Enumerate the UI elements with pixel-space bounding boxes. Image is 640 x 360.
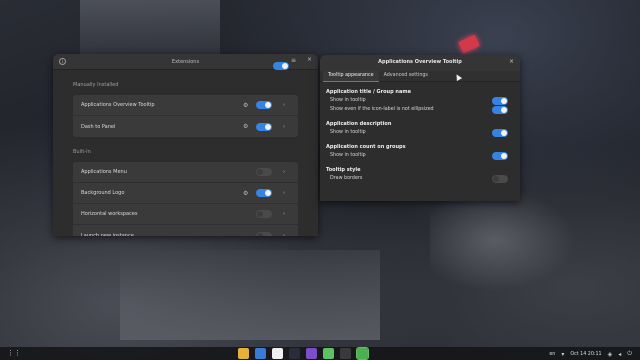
system-tray: en ▾ Oct 14 20:11 ◈ ◂ ⏻ <box>549 350 632 358</box>
extension-toggle[interactable] <box>256 231 272 236</box>
option-toggle[interactable] <box>492 175 508 183</box>
text-editor-icon[interactable] <box>306 348 317 359</box>
extension-toggle[interactable] <box>256 189 272 197</box>
extensions-list: Manually Installed Applications Overview … <box>53 82 318 236</box>
option-label: Show in tooltip <box>330 153 366 158</box>
power-icon[interactable]: ⏻ <box>627 350 632 358</box>
gear-icon[interactable]: ⚙ <box>243 190 248 197</box>
section-title: Manually Installed <box>73 82 119 88</box>
extension-label: Background Logo <box>81 190 125 196</box>
extensions-icon[interactable] <box>356 347 369 360</box>
tab-tooltip-appearance[interactable]: Tooltip appearance <box>323 71 379 82</box>
extensions-window: i Extensions ≡ × Manually Installed Appli… <box>53 54 318 236</box>
section-title: Built-In <box>73 149 91 155</box>
extension-toggle[interactable] <box>256 101 272 109</box>
option-group-title: Application count on groups <box>326 144 406 150</box>
notes-icon[interactable] <box>272 348 283 359</box>
extension-row[interactable]: Horizontal workspaces › <box>73 204 298 225</box>
tooltip-prefs-window: Applications Overview Tooltip × Tooltip … <box>320 55 520 201</box>
option-label: Show in tooltip <box>330 130 366 135</box>
option-label: Draw borders <box>330 176 363 181</box>
documents-icon[interactable] <box>255 348 266 359</box>
extensions-master-switch[interactable] <box>273 61 289 70</box>
option-row: Show in tooltip <box>326 128 514 137</box>
close-icon[interactable]: × <box>307 56 312 63</box>
prefs-header: Applications Overview Tooltip × <box>320 55 520 71</box>
extension-group: Applications Menu › Background Logo ⚙ › Horiz… <box>73 162 298 236</box>
extensions-header: i Extensions ≡ × <box>53 54 318 70</box>
option-toggle[interactable] <box>492 129 508 137</box>
option-group-title: Application description <box>326 121 392 127</box>
prefs-body: Application title / Group name Show in to… <box>320 89 520 183</box>
extension-label: Applications Overview Tooltip <box>81 102 155 108</box>
extension-label: Launch new instance <box>81 232 134 237</box>
option-toggle[interactable] <box>492 152 508 160</box>
option-row: Draw borders <box>326 174 514 183</box>
extension-row[interactable]: Applications Overview Tooltip ⚙ › <box>73 95 298 116</box>
chevron-right-icon[interactable]: › <box>283 233 285 237</box>
menu-icon[interactable]: ≡ <box>291 57 296 64</box>
option-label: Show in tooltip <box>330 98 366 103</box>
extension-row[interactable]: Launch new instance › <box>73 225 298 236</box>
volume-icon[interactable]: ◂ <box>618 351 621 358</box>
chrome-icon[interactable] <box>238 348 249 359</box>
chevron-right-icon[interactable]: › <box>283 190 285 196</box>
extension-manager-icon[interactable] <box>323 348 334 359</box>
extension-group: Applications Overview Tooltip ⚙ › Dash to P… <box>73 95 298 137</box>
chevron-right-icon[interactable]: › <box>283 169 285 175</box>
extension-toggle[interactable] <box>256 168 272 176</box>
extension-label: Dash to Panel <box>81 123 116 130</box>
chevron-right-icon[interactable]: › <box>283 124 285 130</box>
network-icon[interactable]: ◈ <box>608 351 613 358</box>
gear-icon[interactable]: ⚙ <box>243 102 248 109</box>
dock <box>238 347 369 360</box>
option-toggle[interactable] <box>492 106 508 114</box>
chevron-right-icon[interactable]: › <box>283 102 285 108</box>
prefs-title: Applications Overview Tooltip <box>378 59 462 65</box>
option-row: Show in tooltip <box>326 96 514 105</box>
wallpaper-floor <box>120 250 380 340</box>
app-grid-icon[interactable]: ⋮⋮ <box>7 350 21 357</box>
extension-row[interactable]: Dash to Panel ⚙ › <box>73 116 298 137</box>
option-group-title: Tooltip style <box>326 167 361 173</box>
extension-toggle[interactable] <box>256 210 272 218</box>
extension-toggle[interactable] <box>256 122 272 131</box>
obs-icon[interactable] <box>340 348 351 359</box>
option-row: Show even if the icon-label is not ellip… <box>326 105 514 114</box>
terminal-icon[interactable] <box>289 348 300 359</box>
clock[interactable]: Oct 14 20:11 <box>570 352 601 357</box>
language-indicator[interactable]: en <box>549 352 555 357</box>
wallpaper-red-glow <box>458 34 480 54</box>
prefs-tabs: Tooltip appearance Advanced settings <box>320 71 520 82</box>
keyboard-icon: ▾ <box>561 350 565 358</box>
taskbar: ⋮⋮ en ▾ Oct 14 20:11 ◈ ◂ ⏻ <box>0 347 640 360</box>
extension-label: Applications Menu <box>81 169 127 175</box>
wallpaper-building <box>80 0 220 55</box>
gear-icon[interactable]: ⚙ <box>243 123 248 130</box>
option-toggle[interactable] <box>492 97 508 105</box>
extension-row[interactable]: Applications Menu › <box>73 162 298 183</box>
option-label: Show even if the icon-label is not ellip… <box>330 107 434 112</box>
option-group-title: Application title / Group name <box>326 89 411 95</box>
tab-advanced-settings[interactable]: Advanced settings <box>379 71 433 82</box>
close-icon[interactable]: × <box>509 58 514 65</box>
option-row: Show in tooltip <box>326 151 514 160</box>
chevron-right-icon[interactable]: › <box>283 211 285 217</box>
extension-label: Horizontal workspaces <box>81 211 138 217</box>
extension-row[interactable]: Background Logo ⚙ › <box>73 183 298 204</box>
